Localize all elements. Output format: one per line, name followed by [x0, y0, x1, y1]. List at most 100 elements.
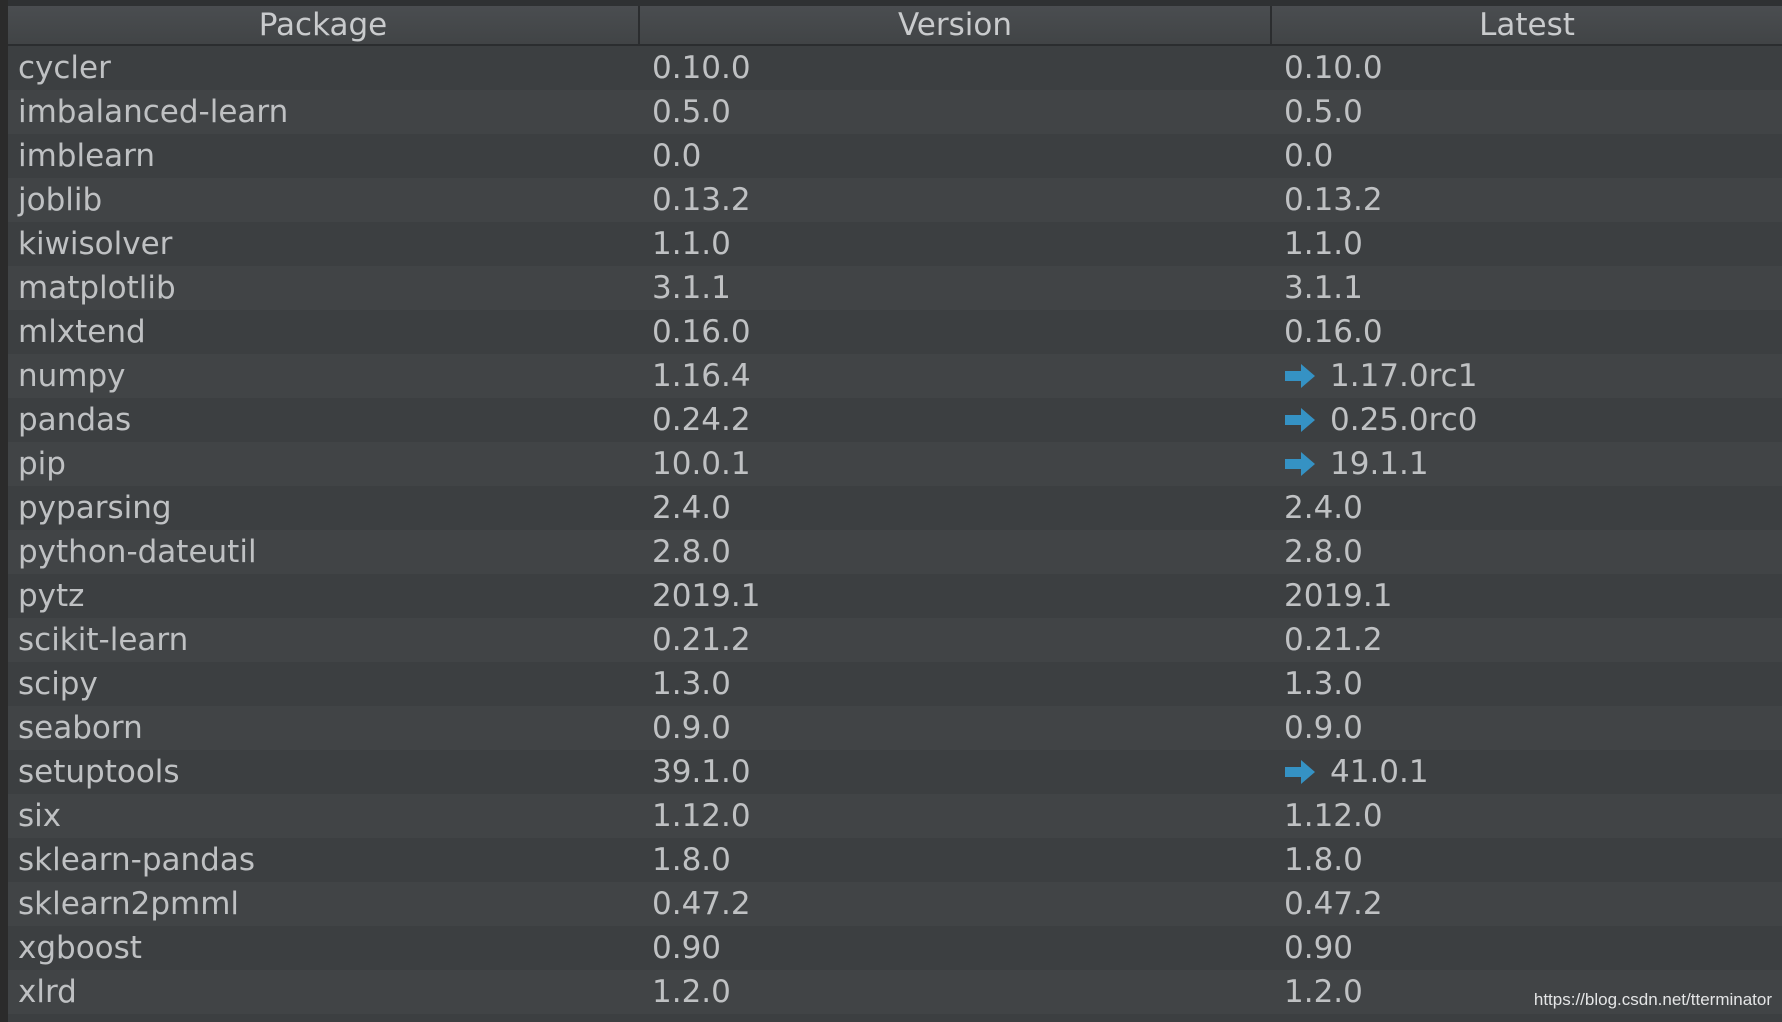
package-name-cell: kiwisolver — [18, 226, 173, 262]
package-name-cell: xlrd — [18, 974, 77, 1010]
latest-version-text: 1.1.0 — [1284, 226, 1363, 262]
latest-version-text: 1.17.0rc1 — [1330, 358, 1478, 394]
table-row[interactable]: sklearn2pmml 0.47.2 0.47.2 — [8, 882, 1782, 926]
version-cell: 2019.1 — [652, 578, 761, 614]
version-cell: 0.10.0 — [652, 50, 751, 86]
table-row[interactable]: imblearn 0.0 0.0 — [8, 134, 1782, 178]
latest-version-cell: 1.17.0rc1 — [1272, 354, 1782, 398]
package-name-cell: pip — [18, 446, 66, 482]
latest-version-cell: 2.8.0 — [1272, 530, 1782, 574]
table-row[interactable]: mlxtend 0.16.0 0.16.0 — [8, 310, 1782, 354]
latest-version-cell: 0.9.0 — [1272, 706, 1782, 750]
table-row[interactable]: xgboost 0.90 0.90 — [8, 926, 1782, 970]
package-name-cell: sklearn-pandas — [18, 842, 255, 878]
table-header: Package Version Latest — [8, 0, 1782, 46]
version-cell: 2.8.0 — [652, 534, 731, 570]
latest-version-cell: 3.1.1 — [1272, 266, 1782, 310]
package-name-cell: scipy — [18, 666, 98, 702]
table-row[interactable]: pip 10.0.1 19.1.1 — [8, 442, 1782, 486]
package-name-cell: mlxtend — [18, 314, 146, 350]
table-row[interactable]: joblib 0.13.2 0.13.2 — [8, 178, 1782, 222]
latest-version-cell: 1.1.0 — [1272, 222, 1782, 266]
latest-version-text: 2.4.0 — [1284, 490, 1363, 526]
table-row[interactable]: cycler 0.10.0 0.10.0 — [8, 46, 1782, 90]
column-header-version[interactable]: Version — [640, 6, 1272, 44]
latest-version-cell: 0.90 — [1272, 926, 1782, 970]
latest-version-text: 41.0.1 — [1330, 754, 1429, 790]
latest-version-cell: 0.13.2 — [1272, 178, 1782, 222]
package-name-cell: six — [18, 798, 62, 834]
latest-version-text: 2019.1 — [1284, 578, 1393, 614]
table-row[interactable]: pandas 0.24.2 0.25.0rc0 — [8, 398, 1782, 442]
version-cell: 0.21.2 — [652, 622, 751, 658]
latest-version-cell: 1.3.0 — [1272, 662, 1782, 706]
table-row[interactable]: pyparsing 2.4.0 2.4.0 — [8, 486, 1782, 530]
latest-version-text: 0.25.0rc0 — [1330, 402, 1478, 438]
package-name-cell: xgboost — [18, 930, 142, 966]
package-name-cell: joblib — [18, 182, 103, 218]
column-header-latest[interactable]: Latest — [1272, 6, 1782, 44]
latest-version-text: 3.1.1 — [1284, 270, 1363, 306]
latest-version-text: 0.9.0 — [1284, 710, 1363, 746]
package-name-cell: setuptools — [18, 754, 180, 790]
latest-version-cell: 0.0 — [1272, 134, 1782, 178]
latest-version-cell: 0.16.0 — [1272, 310, 1782, 354]
table-row[interactable]: pytz 2019.1 2019.1 — [8, 574, 1782, 618]
version-cell: 2.4.0 — [652, 490, 731, 526]
latest-version-cell: 2.4.0 — [1272, 486, 1782, 530]
version-cell: 3.1.1 — [652, 270, 731, 306]
package-name-cell: python-dateutil — [18, 534, 257, 570]
latest-version-text: 1.8.0 — [1284, 842, 1363, 878]
latest-version-text: 0.21.2 — [1284, 622, 1383, 658]
version-cell: 39.1.0 — [652, 754, 751, 790]
table-row[interactable]: python-dateutil 2.8.0 2.8.0 — [8, 530, 1782, 574]
version-cell: 1.1.0 — [652, 226, 731, 262]
version-cell: 10.0.1 — [652, 446, 751, 482]
table-row[interactable]: kiwisolver 1.1.0 1.1.0 — [8, 222, 1782, 266]
latest-version-text: 0.5.0 — [1284, 94, 1363, 130]
watermark: https://blog.csdn.net/tterminator — [1533, 990, 1772, 1009]
table-row[interactable]: imbalanced-learn 0.5.0 0.5.0 — [8, 90, 1782, 134]
latest-version-cell: 0.25.0rc0 — [1272, 398, 1782, 442]
version-cell: 0.9.0 — [652, 710, 731, 746]
latest-version-text: 0.90 — [1284, 930, 1354, 966]
table-row[interactable]: matplotlib 3.1.1 3.1.1 — [8, 266, 1782, 310]
upgrade-arrow-icon — [1285, 452, 1315, 476]
version-cell: 0.16.0 — [652, 314, 751, 350]
latest-version-text: 1.12.0 — [1284, 798, 1383, 834]
package-name-cell: matplotlib — [18, 270, 176, 306]
package-name-cell: pytz — [18, 578, 85, 614]
package-name-cell: imbalanced-learn — [18, 94, 289, 130]
table-row[interactable]: scikit-learn 0.21.2 0.21.2 — [8, 618, 1782, 662]
table-row[interactable]: sklearn-pandas 1.8.0 1.8.0 — [8, 838, 1782, 882]
table-row[interactable]: numpy 1.16.4 1.17.0rc1 — [8, 354, 1782, 398]
version-cell: 0.24.2 — [652, 402, 751, 438]
version-cell: 1.3.0 — [652, 666, 731, 702]
table-row[interactable]: six 1.12.0 1.12.0 — [8, 794, 1782, 838]
latest-version-cell: 0.21.2 — [1272, 618, 1782, 662]
version-cell: 1.2.0 — [652, 974, 731, 1010]
package-name-cell: scikit-learn — [18, 622, 189, 658]
latest-version-text: 0.10.0 — [1284, 50, 1383, 86]
version-cell: 1.8.0 — [652, 842, 731, 878]
version-cell: 1.12.0 — [652, 798, 751, 834]
table-row[interactable]: xlrd 1.2.0 1.2.0 — [8, 970, 1782, 1014]
package-name-cell: seaborn — [18, 710, 143, 746]
column-header-package[interactable]: Package — [8, 6, 640, 44]
latest-version-text: 0.0 — [1284, 138, 1334, 174]
latest-version-text: 0.16.0 — [1284, 314, 1383, 350]
upgrade-arrow-icon — [1285, 760, 1315, 784]
latest-version-cell: 1.12.0 — [1272, 794, 1782, 838]
table-row[interactable]: seaborn 0.9.0 0.9.0 — [8, 706, 1782, 750]
upgrade-arrow-icon — [1285, 364, 1315, 388]
latest-version-cell: 1.8.0 — [1272, 838, 1782, 882]
version-cell: 0.47.2 — [652, 886, 751, 922]
table-row[interactable]: scipy 1.3.0 1.3.0 — [8, 662, 1782, 706]
table-body: cycler 0.10.0 0.10.0 imbalanced-learn 0.5.0 0… — [8, 46, 1782, 1014]
table-row[interactable]: setuptools 39.1.0 41.0.1 — [8, 750, 1782, 794]
latest-version-cell: 0.47.2 — [1272, 882, 1782, 926]
package-name-cell: cycler — [18, 50, 111, 86]
latest-version-cell: 0.10.0 — [1272, 46, 1782, 90]
latest-version-text: 1.3.0 — [1284, 666, 1363, 702]
package-name-cell: pandas — [18, 402, 132, 438]
